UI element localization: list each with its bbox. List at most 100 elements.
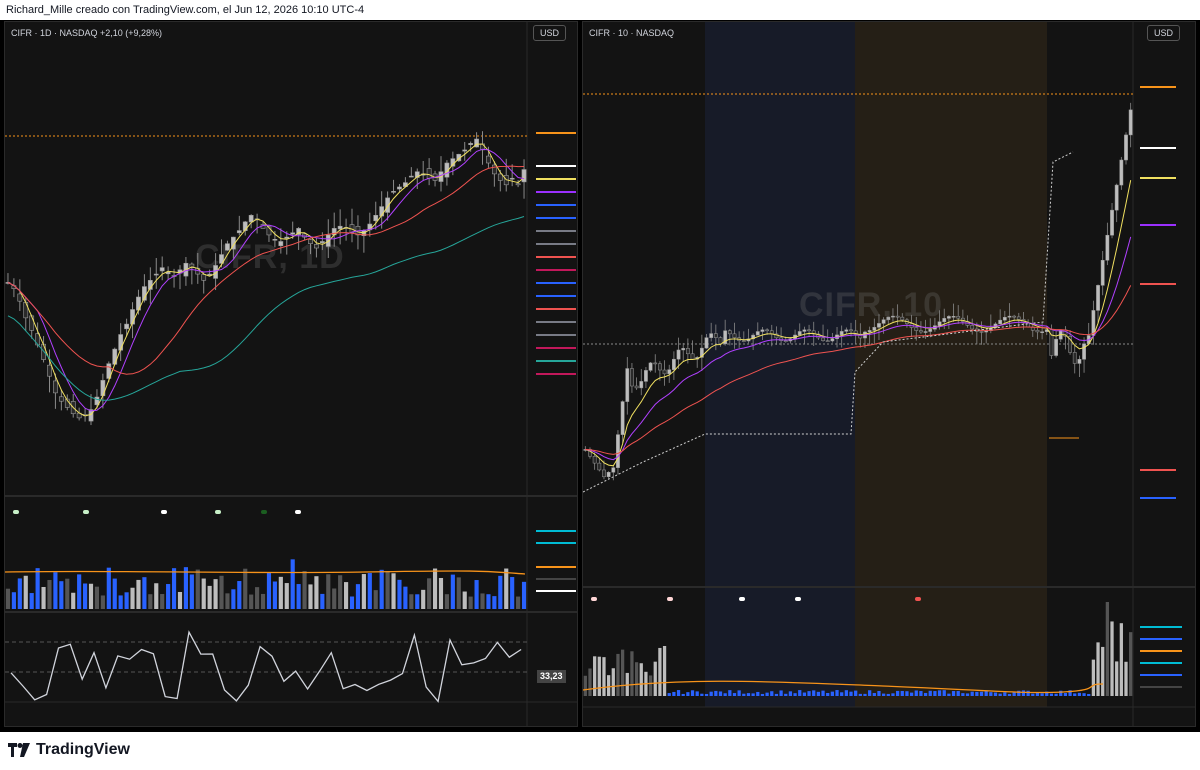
candle-body — [248, 215, 254, 223]
candle-body — [760, 329, 765, 332]
volume-bar — [183, 567, 188, 609]
intraday-chart-canvas[interactable] — [583, 22, 1196, 727]
volume-bar — [462, 591, 467, 609]
volume-bar — [344, 582, 349, 609]
volume-bar — [979, 691, 984, 696]
volume-tag — [1140, 662, 1182, 664]
volume-bar — [468, 596, 473, 609]
tradingview-logo[interactable]: TradingView — [8, 741, 130, 759]
volume-bar — [779, 690, 783, 696]
candle-body — [278, 241, 284, 247]
volume-bar — [895, 690, 900, 696]
candle-body — [872, 327, 877, 331]
price-tag — [536, 295, 576, 297]
daily-chart-panel[interactable]: CIFR · 1D · NASDAQ +2,10 (+9,28%) USD CI… — [4, 21, 578, 727]
candle-body — [314, 244, 319, 249]
candle-body — [662, 369, 667, 375]
volume-bar — [886, 693, 890, 696]
candle-body — [29, 315, 35, 331]
candle-body — [690, 353, 695, 360]
volume-bar — [65, 578, 70, 609]
volume-bar — [231, 589, 236, 609]
volume-bar — [658, 647, 662, 696]
volume-bar — [686, 692, 690, 696]
volume-bar — [616, 653, 620, 696]
volume-bar — [672, 691, 676, 696]
volume-bar — [124, 592, 129, 609]
volume-bar — [1110, 621, 1114, 696]
candle-body — [919, 330, 923, 333]
candle-body — [797, 331, 802, 336]
candle-body — [611, 467, 616, 473]
volume-bar — [882, 693, 886, 696]
candle-body — [830, 338, 835, 342]
volume-bar — [308, 584, 313, 609]
volume-bar — [160, 594, 165, 609]
price-tag — [536, 230, 576, 232]
volume-bar — [993, 692, 998, 696]
candle-body — [606, 471, 611, 478]
volume-bar — [189, 574, 194, 609]
volume-bar — [403, 586, 408, 609]
candle-body — [272, 239, 278, 241]
candle-body — [984, 330, 989, 333]
candle-body — [290, 232, 296, 235]
volume-bar — [914, 690, 918, 696]
volume-bar — [844, 690, 848, 696]
candle-body — [124, 323, 129, 330]
volume-bar — [1129, 632, 1133, 696]
volume-bar — [338, 575, 343, 609]
intraday-chart-panel[interactable]: CIFR · 10 · NASDAQ USD CIFR, 10 — [582, 21, 1196, 727]
volume-bar — [284, 583, 289, 609]
candle-body — [225, 243, 230, 251]
candle-body — [592, 456, 597, 464]
volume-bar — [314, 576, 319, 609]
candle-body — [1128, 109, 1133, 136]
volume-tag — [536, 578, 576, 580]
volume-bar — [1119, 623, 1123, 696]
volume-bar — [1031, 693, 1035, 696]
volume-bar — [510, 577, 515, 609]
volume-legend-chip — [739, 597, 745, 601]
volume-bar — [171, 568, 177, 609]
volume-tag — [536, 542, 576, 544]
price-tag — [536, 204, 576, 206]
volume-bar — [1054, 693, 1058, 696]
candle-body — [515, 183, 521, 186]
volume-legend-chip — [667, 597, 673, 601]
candle-body — [732, 333, 737, 339]
volume-bar — [456, 577, 461, 609]
volume-bar — [397, 579, 402, 609]
candle-body — [408, 175, 414, 178]
volume-bar — [1049, 693, 1054, 696]
volume-tag — [1140, 686, 1182, 688]
volume-bar — [266, 572, 272, 609]
daily-chart-canvas[interactable] — [5, 22, 578, 727]
volume-bar — [88, 583, 94, 609]
volume-bar — [444, 594, 449, 609]
volume-bar — [951, 691, 956, 696]
price-tag — [1140, 282, 1176, 285]
price-tag — [1140, 86, 1176, 88]
volume-legend-chip — [215, 510, 221, 514]
volume-bar — [1105, 602, 1109, 696]
volume-bar — [947, 693, 951, 696]
volume-bar — [112, 578, 117, 609]
volume-bar — [634, 662, 639, 696]
candle-body — [839, 331, 844, 336]
candle-body — [426, 168, 432, 179]
candle-body — [491, 164, 497, 175]
candle-body — [153, 273, 159, 276]
volume-bar — [474, 580, 479, 609]
candle-body — [1124, 134, 1128, 161]
volume-bar — [714, 690, 718, 696]
volume-bar — [639, 663, 643, 696]
volume-tag — [536, 566, 576, 568]
candle-body — [625, 368, 630, 402]
volume-bar — [937, 690, 942, 696]
candle-body — [630, 368, 634, 387]
volume-bar — [427, 578, 432, 609]
volume-bar — [989, 692, 993, 696]
volume-legend-chip — [83, 510, 89, 514]
volume-bar — [770, 691, 774, 696]
